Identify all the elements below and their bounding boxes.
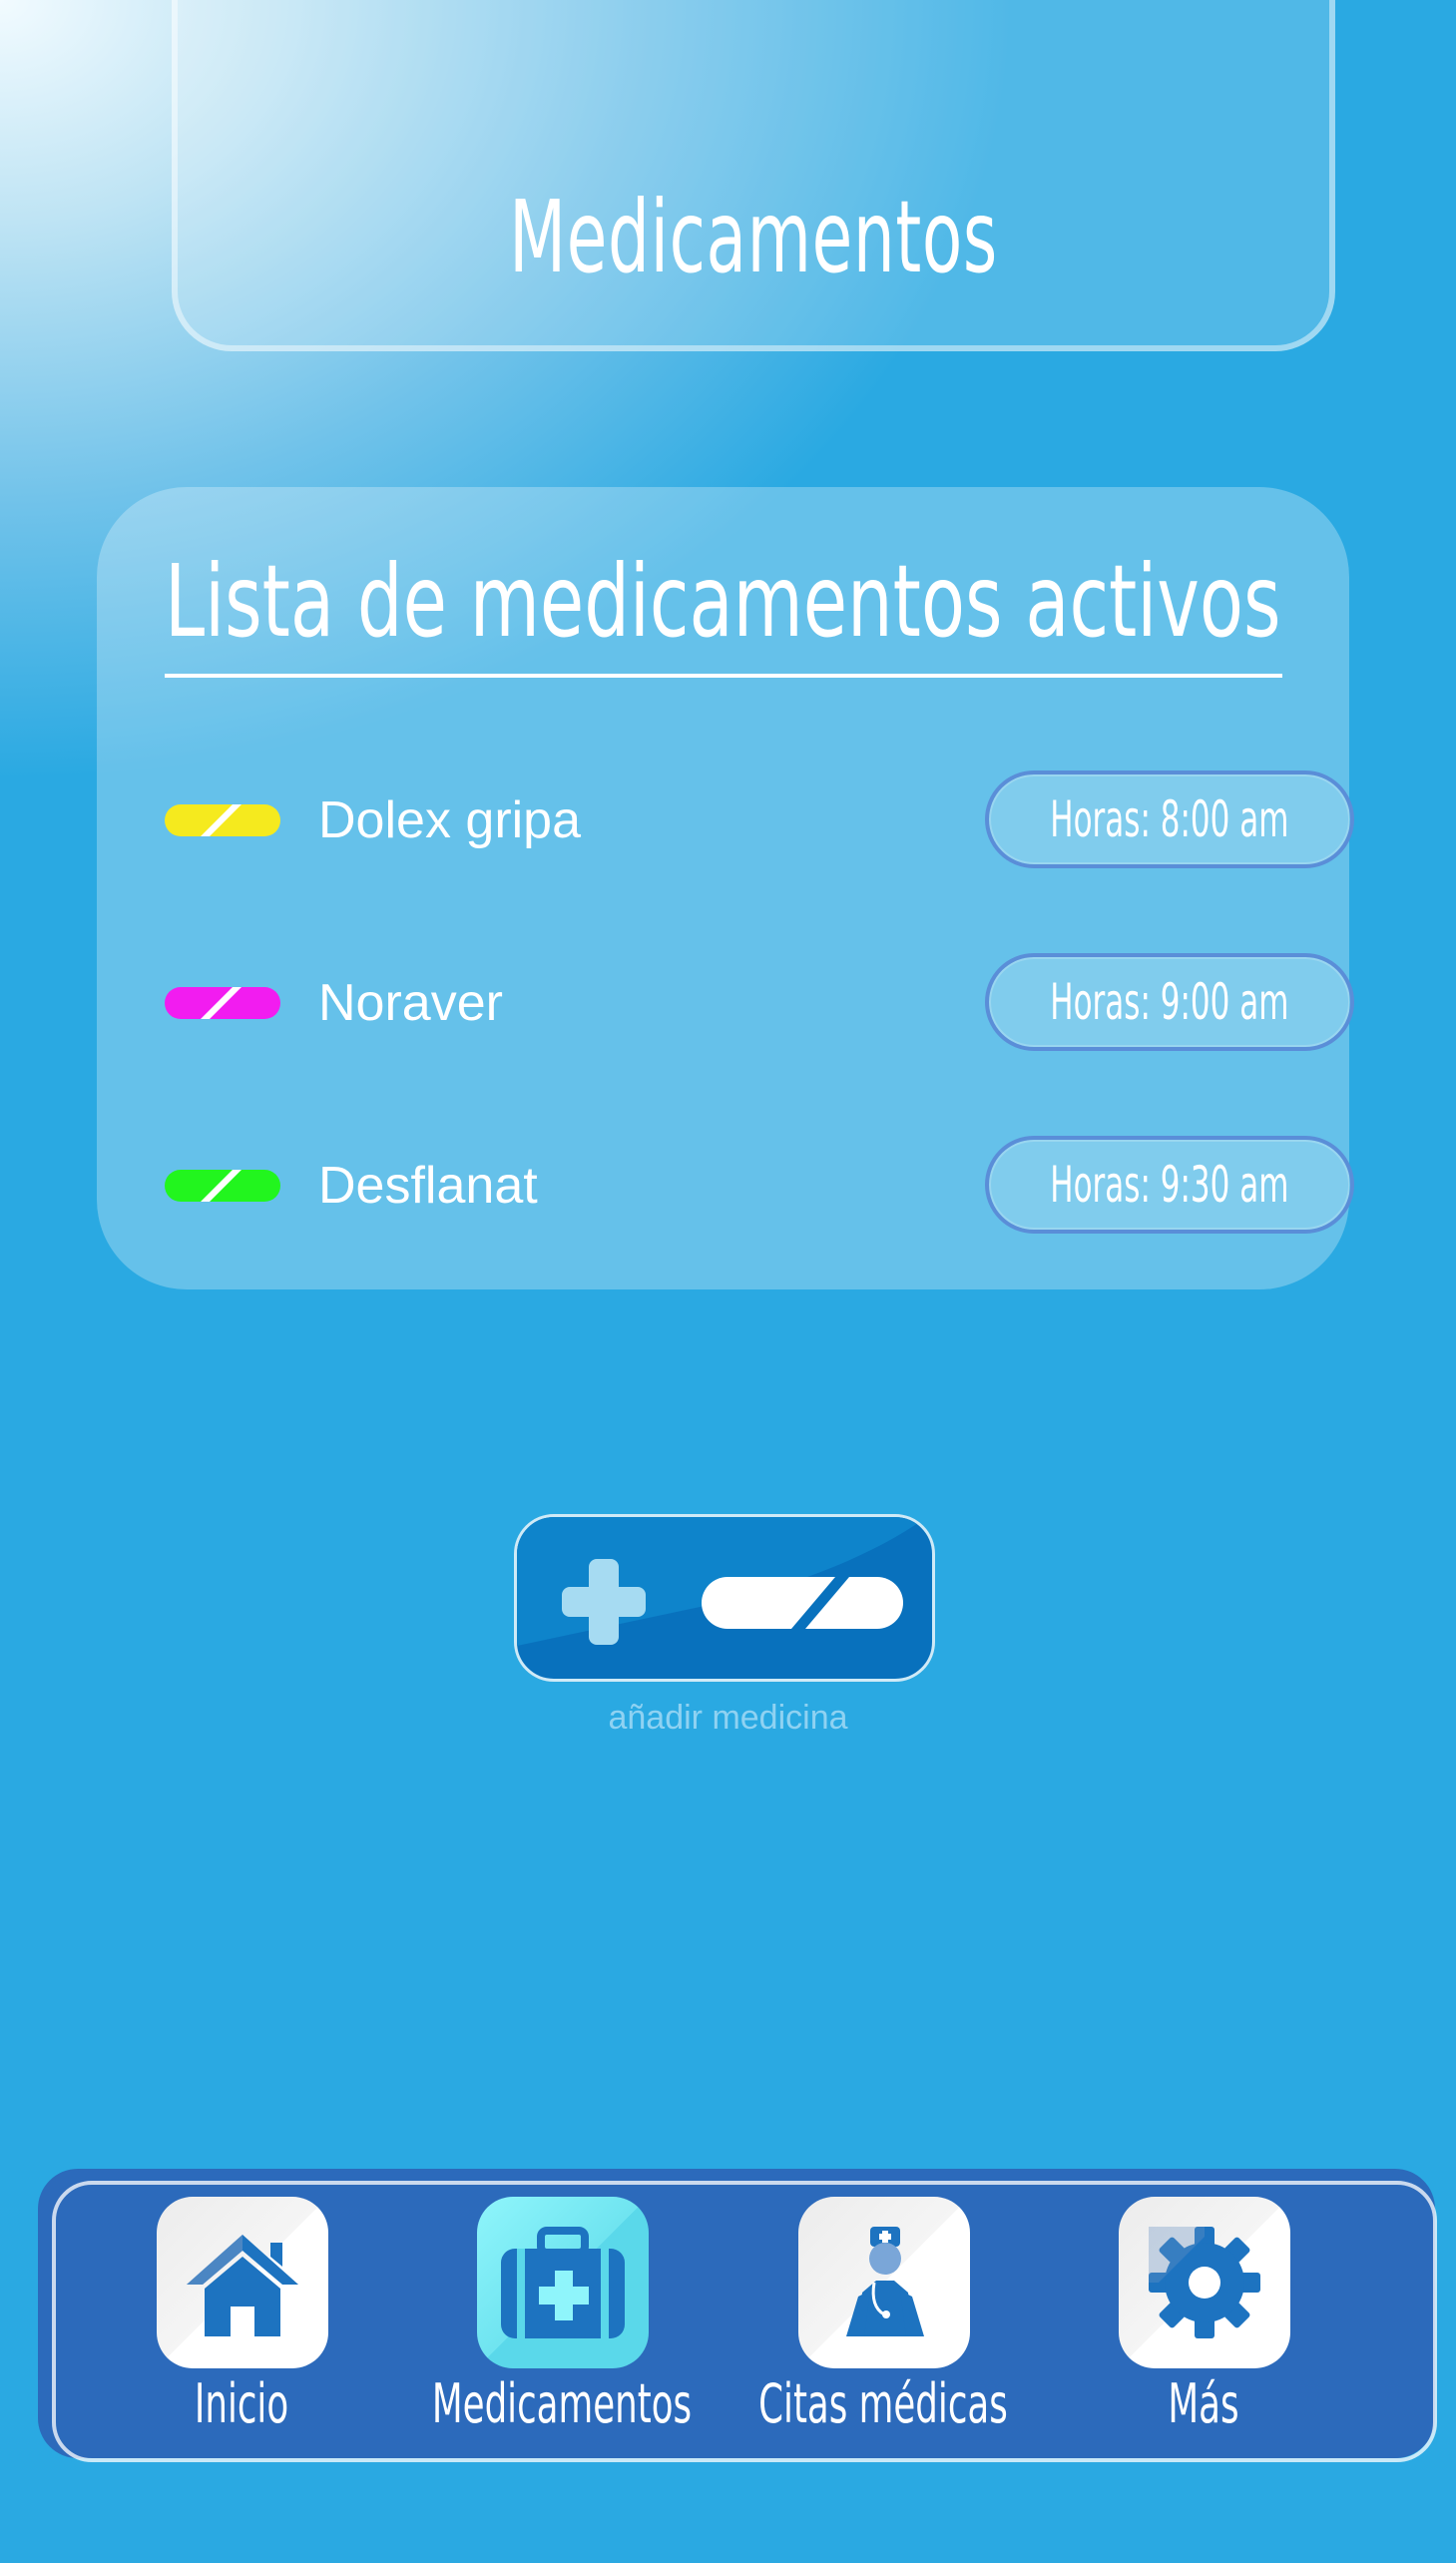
- nav-item-mas[interactable]: Más: [1034, 2197, 1353, 2436]
- schedule-text: Horas: 8:00 am: [1050, 790, 1289, 848]
- title-divider: [165, 674, 1282, 678]
- medication-item[interactable]: Desflanat Horas: 9:30 am: [165, 1136, 1354, 1236]
- nav-label: Citas médicas: [758, 2372, 1008, 2435]
- medication-name: Noraver: [318, 974, 503, 1032]
- add-medicine-button[interactable]: [514, 1514, 935, 1682]
- home-icon: [187, 2235, 298, 2336]
- schedule-button[interactable]: Horas: 9:30 am: [985, 1136, 1354, 1234]
- add-medicine-label: añadir medicina: [608, 1699, 848, 1737]
- schedule-button[interactable]: Horas: 9:00 am: [985, 953, 1354, 1051]
- pill-icon: [702, 1577, 903, 1629]
- medication-item[interactable]: Dolex gripa Horas: 8:00 am: [165, 770, 1354, 870]
- nav-label: Inicio: [194, 2372, 289, 2435]
- nav-icon-tile: [1119, 2197, 1290, 2368]
- add-medicine-graphic: [562, 1559, 903, 1645]
- nav-icon-tile: [798, 2197, 970, 2368]
- schedule-button[interactable]: Horas: 8:00 am: [985, 770, 1354, 868]
- pill-icon: [165, 804, 280, 836]
- nav-label: Medicamentos: [431, 2372, 693, 2435]
- pill-icon: [165, 1170, 280, 1202]
- gear-icon: [1149, 2227, 1260, 2338]
- schedule-text: Horas: 9:30 am: [1050, 1156, 1289, 1214]
- nav-item-medicamentos[interactable]: Medicamentos: [392, 2197, 712, 2436]
- medical-kit-icon: [501, 2227, 625, 2338]
- nav-icon-tile: [477, 2197, 649, 2368]
- plus-icon: [562, 1559, 646, 1645]
- header-panel: Medicamentos: [172, 0, 1335, 351]
- doctor-icon: [846, 2227, 924, 2336]
- medication-item[interactable]: Noraver Horas: 9:00 am: [165, 953, 1354, 1053]
- medication-name: Desflanat: [318, 1157, 538, 1215]
- nav-label: Más: [1168, 2372, 1239, 2435]
- page-title: Medicamentos: [509, 179, 998, 295]
- nav-icon-tile: [157, 2197, 328, 2368]
- card-title: Lista de medicamentos activos: [165, 543, 1281, 660]
- medication-list-card: Lista de medicamentos activos Dolex grip…: [97, 487, 1354, 1289]
- nav-item-citas[interactable]: Citas médicas: [714, 2197, 1033, 2436]
- schedule-text: Horas: 9:00 am: [1050, 973, 1289, 1031]
- nav-item-inicio[interactable]: Inicio: [72, 2197, 391, 2436]
- pill-icon: [165, 987, 280, 1019]
- medication-name: Dolex gripa: [318, 791, 582, 849]
